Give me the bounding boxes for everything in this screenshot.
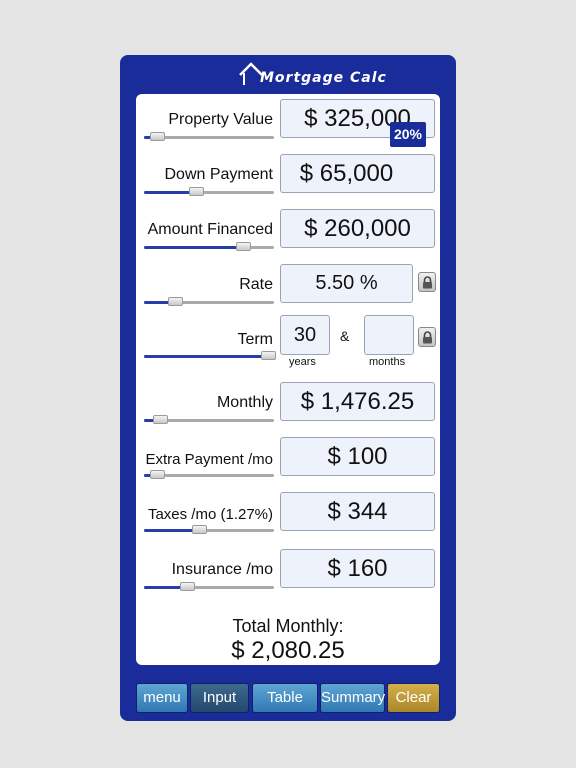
term-years-field[interactable]: 30: [280, 315, 330, 355]
term-months-field[interactable]: [364, 315, 414, 355]
slider-thumb[interactable]: [260, 351, 276, 360]
monthly-slider[interactable]: [144, 415, 274, 424]
taxes-label: Taxes /mo (1.27%): [147, 506, 273, 523]
slider-thumb[interactable]: [189, 187, 204, 196]
app-frame: Mortgage Calc Property Value $ 325,000 D…: [120, 55, 456, 721]
property-value-slider[interactable]: [144, 132, 274, 141]
rate-row: Rate 5.50 %: [136, 259, 440, 313]
clear-button[interactable]: Clear: [387, 683, 440, 713]
app-title: Mortgage Calc: [260, 70, 387, 86]
insurance-label: Insurance /mo: [171, 561, 273, 578]
slider-thumb[interactable]: [191, 525, 207, 534]
extra-payment-row: Extra Payment /mo $ 100: [136, 432, 440, 486]
down-payment-percent-badge: 20%: [390, 122, 426, 147]
input-panel: Property Value $ 325,000 Down Payment $ …: [136, 94, 440, 665]
term-ampersand: &: [340, 328, 350, 344]
down-payment-label: Down Payment: [164, 166, 274, 183]
tab-menu[interactable]: menu: [136, 683, 188, 713]
rate-label: Rate: [239, 276, 273, 293]
slider-thumb[interactable]: [179, 582, 195, 591]
amount-financed-slider[interactable]: [144, 242, 274, 251]
rate-slider[interactable]: [144, 297, 274, 306]
rate-field[interactable]: 5.50 %: [280, 264, 413, 303]
property-value-label: Property Value: [168, 111, 273, 128]
insurance-slider[interactable]: [144, 582, 274, 591]
insurance-row: Insurance /mo $ 160: [136, 544, 440, 598]
amount-financed-field[interactable]: $ 260,000: [280, 209, 435, 248]
taxes-row: Taxes /mo (1.27%) $ 344: [136, 487, 440, 541]
title-bar: Mortgage Calc: [120, 55, 456, 93]
slider-thumb[interactable]: [152, 415, 168, 424]
down-payment-field[interactable]: $ 65,000: [280, 154, 435, 193]
monthly-field[interactable]: $ 1,476.25: [280, 382, 435, 421]
insurance-field[interactable]: $ 160: [280, 549, 435, 588]
rate-lock-icon[interactable]: [418, 272, 436, 292]
taxes-field[interactable]: $ 344: [280, 492, 435, 531]
tab-input[interactable]: Input: [190, 683, 249, 713]
extra-payment-field[interactable]: $ 100: [280, 437, 435, 476]
extra-payment-slider[interactable]: [144, 470, 274, 479]
slider-thumb[interactable]: [150, 470, 165, 479]
extra-payment-label: Extra Payment /mo: [145, 451, 273, 468]
amount-financed-label: Amount Financed: [147, 221, 273, 238]
total-monthly-value: $ 2,080.25: [231, 637, 345, 664]
term-row: Term 30 & years months: [136, 315, 440, 375]
tab-table[interactable]: Table: [252, 683, 318, 713]
taxes-slider[interactable]: [144, 525, 274, 534]
slider-thumb[interactable]: [235, 242, 251, 251]
term-months-unit: months: [369, 356, 406, 368]
down-payment-row: Down Payment $ 65,000: [136, 149, 440, 203]
tab-summary[interactable]: Summary: [320, 683, 385, 713]
slider-thumb[interactable]: [168, 297, 184, 306]
amount-financed-row: Amount Financed $ 260,000: [136, 204, 440, 258]
term-label: Term: [237, 331, 273, 348]
slider-thumb[interactable]: [150, 132, 165, 141]
monthly-label: Monthly: [216, 394, 273, 411]
down-payment-slider[interactable]: [144, 187, 274, 196]
term-slider[interactable]: [144, 351, 276, 360]
bottom-tab-bar: menu Input Table Summary Clear: [136, 683, 444, 713]
total-monthly-label: Total Monthly:: [232, 616, 344, 636]
term-lock-icon[interactable]: [418, 327, 436, 347]
monthly-row: Monthly $ 1,476.25: [136, 377, 440, 431]
term-years-unit: years: [289, 356, 316, 368]
